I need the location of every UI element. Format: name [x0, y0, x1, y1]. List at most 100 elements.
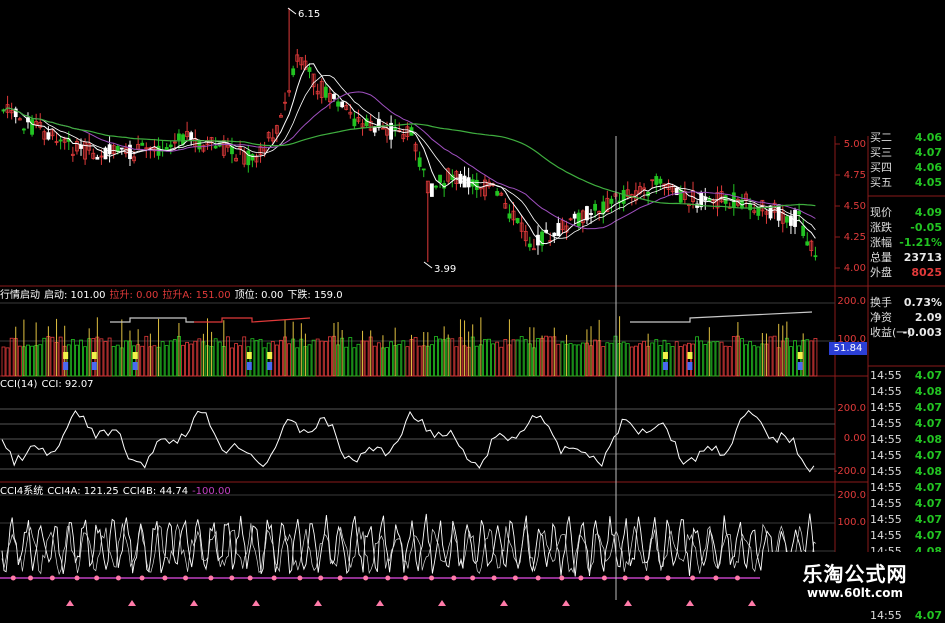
candle-body [323, 86, 328, 98]
indicator-bar [323, 341, 328, 377]
indicator-bar [385, 347, 389, 377]
trade-price: 4.08 [914, 465, 942, 478]
quote-label: 买三 [870, 146, 892, 159]
trade-price: 4.07 [914, 369, 942, 382]
candle-body [748, 203, 753, 211]
candle-body [589, 213, 593, 215]
candle-body [593, 203, 597, 211]
indicator-bar [348, 337, 353, 377]
candle-body [556, 223, 561, 237]
chart-canvas[interactable]: 6.15 3.99 [0, 0, 945, 609]
cci-param: CCI: 92.07 [41, 379, 94, 390]
volume-param: 拉升A: 151.00 [162, 290, 231, 301]
quote-row: 现价 4.09 [870, 205, 942, 220]
quote-label: 净资 [870, 311, 892, 324]
indicator-bar [609, 342, 614, 377]
cci4-signal-arrow [376, 600, 384, 606]
volume-indicator-name[interactable]: 行情启动 [0, 290, 40, 301]
candle-body [576, 212, 581, 227]
indicator-bar [397, 344, 402, 377]
indicator-bar [58, 336, 63, 377]
trade-time: 14:55 [870, 385, 902, 398]
cci-axis-tick-label: 200.0 [837, 403, 866, 414]
indicator-bar [678, 346, 683, 377]
indicator-bar [674, 341, 679, 377]
indicator-bar [38, 344, 43, 377]
indicator-bar [287, 343, 292, 377]
candle-body [336, 101, 340, 107]
candle-body [805, 241, 810, 246]
candle-body [189, 132, 194, 140]
cci4-signal-arrow [624, 600, 632, 606]
indicator-bar [601, 346, 606, 377]
quote-row: 涨幅 -1.21% [870, 235, 942, 250]
indicator-bar [234, 343, 238, 377]
price-axis-tick-label: 4.25 [843, 232, 866, 243]
indicator-bar [225, 336, 230, 377]
candle-body [507, 213, 512, 219]
indicator-bar [438, 338, 442, 377]
indicator-bar [254, 340, 259, 377]
indicator-bar [638, 343, 642, 377]
cci-line [1, 409, 815, 473]
trade-price: 4.08 [914, 433, 942, 446]
trade-row: 14:55 4.07 [870, 528, 942, 543]
trade-time: 14:55 [870, 609, 902, 622]
indicator-bar [311, 339, 316, 377]
signal-block-yellow [797, 352, 803, 359]
indicator-bar [103, 341, 108, 377]
trade-time: 14:55 [870, 401, 902, 414]
indicator-bar [75, 344, 79, 377]
candle-body [352, 118, 357, 127]
indicator-bar [511, 339, 516, 377]
cci4-signal-dot [183, 575, 189, 581]
quote-row: 换手 0.73% [870, 295, 942, 310]
indicator-bar [699, 340, 704, 377]
ma20-line [3, 91, 816, 230]
cci4-signal-dot [559, 575, 565, 581]
trade-price: 4.07 [914, 417, 942, 430]
cci4-signal-arrow [66, 600, 74, 606]
trade-time: 14:55 [870, 513, 902, 526]
signal-block-yellow [267, 352, 273, 359]
cci4-lines [0, 513, 817, 606]
quote-row: 外盘 8025 [870, 265, 942, 280]
indicator-bar [356, 343, 361, 377]
indicator-bar [1, 346, 6, 377]
indicator-bar [181, 344, 185, 377]
quote-row: 买五 4.05 [870, 175, 942, 190]
cci4-signal-dot [139, 575, 145, 581]
candle-body [213, 145, 218, 149]
cci4-signal-dot [74, 575, 80, 581]
signal-block-blue [687, 362, 693, 370]
indicator-bar [107, 337, 112, 377]
candle-body [784, 216, 789, 223]
cci4-param: CCI4B: 44.74 [122, 486, 189, 497]
cci4-signal-dot [665, 575, 671, 581]
candle-body [250, 154, 255, 161]
trade-row: 14:55 4.07 [870, 416, 942, 431]
indicator-bar [523, 339, 528, 377]
cci4-signal-dot [451, 575, 457, 581]
quote-value: -1.21% [899, 236, 942, 249]
candle-body [340, 101, 345, 108]
indicator-bar [30, 345, 34, 377]
stage-line [110, 317, 194, 323]
cci-panel-header: CCI(14) CCI: 92.07 [0, 379, 102, 391]
candle-body [46, 132, 51, 140]
signal-block-blue [797, 362, 803, 370]
quote-value: 8025 [911, 266, 942, 279]
candle-body [291, 68, 296, 76]
low-price-marker: 3.99 [423, 261, 456, 275]
indicator-bar [164, 345, 169, 377]
indicator-bar [752, 345, 757, 377]
trade-row: 14:55 4.08 [870, 432, 942, 447]
indicator-bar [307, 344, 312, 377]
quote-row: 买三 4.07 [870, 145, 942, 160]
candle-body [801, 225, 806, 236]
indicator-bar [670, 346, 675, 377]
watermark-url: www.60lt.com [806, 586, 904, 600]
cci4-signal-dot [247, 575, 253, 581]
indicator-bar [809, 340, 814, 377]
low-price-label: 3.99 [434, 264, 456, 275]
